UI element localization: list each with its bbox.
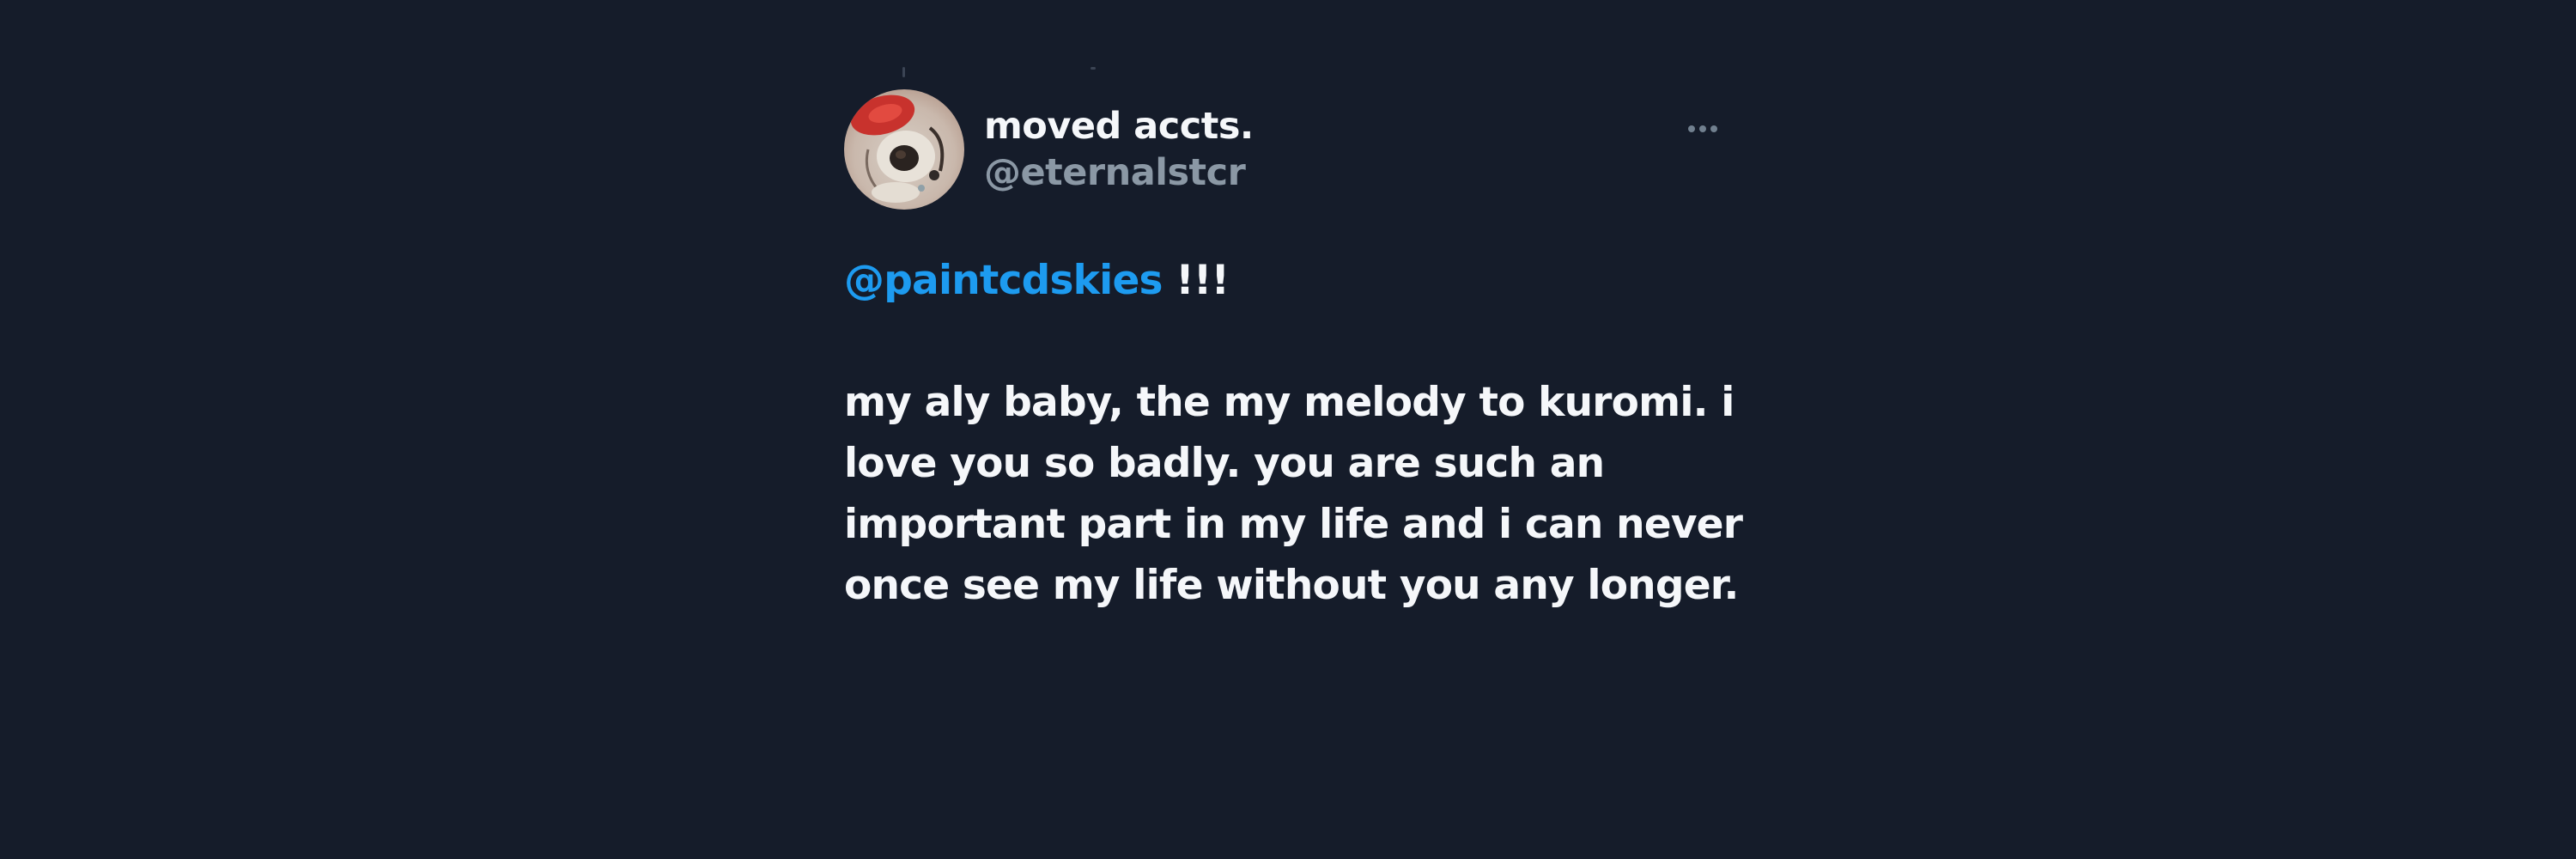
mention-link[interactable]: @paintcdskies [844, 257, 1163, 304]
message-line: love you so badly. you are such an [844, 440, 1605, 487]
paragraph-break [844, 311, 1728, 372]
more-horizontal-icon-dot-2 [1699, 125, 1706, 132]
avatar-image [844, 89, 964, 210]
more-options-button[interactable] [1677, 112, 1728, 146]
mention-suffix: !!! [1162, 257, 1230, 304]
tweet-header: moved accts. @eternalstcr [844, 89, 1728, 210]
author-display-name[interactable]: moved accts. [984, 103, 1254, 149]
tweet-text: @paintcdskies !!! my aly baby, the my me… [844, 250, 1743, 616]
thread-connector-mark [1091, 67, 1096, 70]
reply-mention-line: @paintcdskies !!! [844, 250, 1728, 311]
tweet-card: moved accts. @eternalstcr @paintcdskies … [844, 89, 1743, 616]
author-names: moved accts. @eternalstcr [984, 103, 1254, 196]
author-handle[interactable]: @eternalstcr [984, 149, 1254, 196]
tweet-screen: moved accts. @eternalstcr @paintcdskies … [0, 0, 2576, 859]
more-horizontal-icon-dot-3 [1710, 125, 1717, 132]
more-horizontal-icon [1688, 125, 1695, 132]
message-line: important part in my life and i can neve… [844, 501, 1743, 548]
avatar[interactable] [844, 89, 964, 210]
message-line: my aly baby, the my melody to kuromi. i [844, 379, 1735, 426]
thread-connector-line [902, 67, 905, 77]
message-line: once see my life without you any longer. [844, 562, 1739, 609]
